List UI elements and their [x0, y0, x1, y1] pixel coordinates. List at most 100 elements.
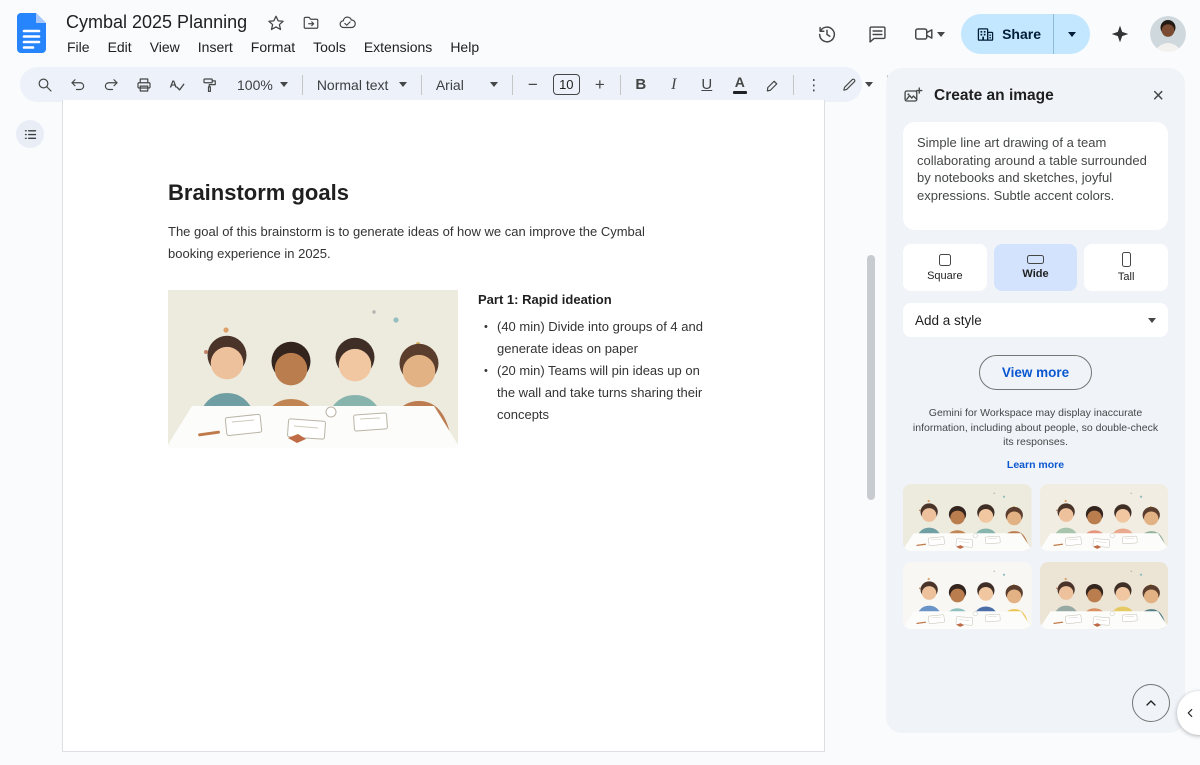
redo-icon — [104, 78, 118, 90]
text-color-button[interactable]: A — [727, 72, 753, 98]
italic-button[interactable]: I — [661, 72, 687, 98]
user-avatar[interactable] — [1150, 16, 1186, 52]
generated-image-1[interactable] — [903, 484, 1032, 551]
share-button-label: Share — [1002, 26, 1041, 42]
aspect-ratio-group: Square Wide Tall — [903, 244, 1169, 291]
close-panel-button[interactable]: × — [1148, 84, 1168, 108]
aspect-wide-label: Wide — [1022, 268, 1049, 280]
history-icon — [819, 26, 836, 43]
aspect-wide-button[interactable]: Wide — [993, 244, 1078, 291]
mode-caret-icon — [864, 82, 873, 87]
print-button[interactable] — [131, 72, 157, 98]
aspect-tall-label: Tall — [1117, 271, 1135, 283]
undo-button[interactable] — [65, 72, 91, 98]
outline-icon — [24, 129, 36, 139]
menu-format[interactable]: Format — [244, 36, 302, 58]
font-size-input[interactable]: 10 — [552, 74, 580, 95]
zoom-value: 100% — [237, 76, 273, 93]
editing-mode-select[interactable] — [834, 72, 880, 98]
add-style-label: Add a style — [915, 312, 982, 328]
square-ratio-icon — [938, 253, 951, 266]
menu-insert[interactable]: Insert — [191, 36, 240, 58]
menu-edit[interactable]: Edit — [101, 36, 139, 58]
video-camera-icon — [915, 28, 933, 40]
view-more-button[interactable]: View more — [978, 355, 1093, 390]
style-dropdown-caret-icon — [1148, 317, 1156, 323]
toolbar-divider — [619, 74, 621, 95]
comments-button[interactable] — [857, 14, 897, 54]
menu-help[interactable]: Help — [443, 36, 486, 58]
style-caret-icon — [398, 82, 407, 87]
generated-images-grid — [903, 484, 1168, 629]
star-icon[interactable] — [267, 14, 285, 32]
gemini-disclaimer: Gemini for Workspace may display inaccur… — [912, 407, 1159, 448]
paragraph-style-select[interactable]: Normal text — [310, 72, 414, 98]
move-to-folder-icon[interactable] — [301, 14, 321, 32]
gemini-spark-icon — [1111, 25, 1129, 43]
svg-text:A: A — [170, 78, 178, 90]
paint-roller-icon — [203, 77, 216, 92]
domain-icon — [977, 27, 994, 41]
add-style-dropdown[interactable]: Add a style — [903, 303, 1168, 337]
scroll-to-top-button[interactable] — [1132, 684, 1170, 722]
aspect-square-button[interactable]: Square — [903, 244, 987, 291]
version-history-button[interactable] — [807, 14, 847, 54]
document-scrollbar[interactable] — [867, 255, 875, 500]
font-family-select[interactable]: Arial — [429, 72, 505, 98]
generated-image-2[interactable] — [1040, 484, 1169, 551]
highlighter-icon — [766, 80, 778, 91]
paint-format-button[interactable] — [197, 72, 223, 98]
bold-button[interactable]: B — [628, 72, 654, 98]
doc-section-title: Part 1: Rapid ideation — [478, 292, 612, 307]
cloud-saved-icon[interactable] — [337, 14, 358, 32]
paragraph-style-value: Normal text — [316, 76, 389, 93]
aspect-tall-button[interactable]: Tall — [1084, 244, 1169, 291]
menu-file[interactable]: File — [60, 36, 97, 58]
share-dropdown[interactable] — [1054, 14, 1090, 54]
menu-view[interactable]: View — [143, 36, 187, 58]
decrease-font-size-button[interactable]: − — [520, 72, 546, 98]
create-image-panel: Create an image × Simple line art drawin… — [886, 68, 1185, 733]
chevron-left-icon — [1187, 708, 1193, 718]
doc-inline-image[interactable] — [168, 290, 458, 448]
spellcheck-icon: A — [170, 78, 185, 91]
zoom-select[interactable]: 100% — [230, 72, 295, 98]
search-icon — [38, 78, 52, 92]
google-docs-logo[interactable] — [17, 13, 46, 53]
redo-button[interactable] — [98, 72, 124, 98]
underline-button[interactable]: U — [694, 72, 720, 98]
document-page[interactable]: Brainstorm goals The goal of this brains… — [62, 100, 825, 752]
learn-more-link[interactable]: Learn more — [903, 459, 1168, 471]
undo-icon — [71, 78, 85, 90]
menu-tools[interactable]: Tools — [306, 36, 353, 58]
more-options-button[interactable]: ⋮ — [801, 72, 827, 98]
pen-icon — [843, 78, 856, 91]
generated-image-4[interactable] — [1040, 562, 1169, 629]
share-button[interactable]: Share — [961, 14, 1090, 54]
chevron-up-icon — [1146, 700, 1156, 706]
toolbar-divider — [792, 74, 794, 95]
spelling-check-button[interactable]: A — [164, 72, 190, 98]
generated-image-3[interactable] — [903, 562, 1032, 629]
show-outline-button[interactable] — [16, 120, 44, 148]
highlight-color-button[interactable] — [760, 72, 786, 98]
search-menus-button[interactable] — [32, 72, 58, 98]
menu-extensions[interactable]: Extensions — [357, 36, 439, 58]
doc-bullet-item: (20 min) Teams will pin ideas up on the … — [478, 360, 718, 426]
aspect-square-label: Square — [927, 269, 963, 282]
top-bar: Cymbal 2025 Planning File Edit View Inse… — [0, 0, 1200, 68]
toolbar-divider — [301, 74, 303, 95]
panel-title: Create an image — [934, 87, 1054, 104]
image-prompt-input[interactable]: Simple line art drawing of a team collab… — [903, 122, 1168, 230]
document-title[interactable]: Cymbal 2025 Planning — [60, 10, 253, 35]
menu-bar: File Edit View Insert Format Tools Exten… — [60, 36, 486, 58]
font-family-value: Arial — [435, 76, 464, 93]
doc-intro-paragraph: The goal of this brainstorm is to genera… — [168, 224, 645, 261]
gemini-button[interactable] — [1100, 14, 1140, 54]
increase-font-size-button[interactable]: + — [587, 72, 613, 98]
join-call-button[interactable] — [907, 23, 951, 45]
video-caret-icon — [937, 31, 946, 37]
wide-ratio-icon — [1027, 255, 1044, 264]
doc-bullet-list: (40 min) Divide into groups of 4 and gen… — [478, 316, 718, 426]
zoom-caret-icon — [279, 82, 288, 87]
